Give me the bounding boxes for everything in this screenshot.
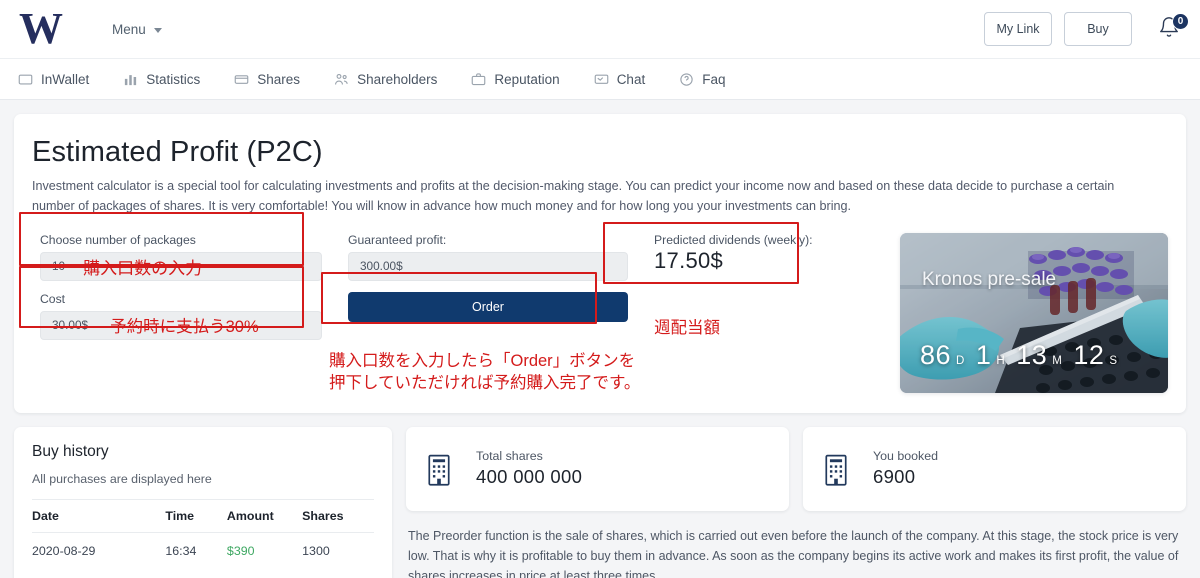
stat-card-total-shares: Total shares 400 000 000 [406, 426, 789, 511]
input-column: Choose number of packages 10 購入口数の入力 Cos… [32, 233, 322, 351]
column-header-time: Time [165, 498, 227, 533]
countdown-days: 86 [920, 339, 952, 370]
stats-row: Total shares 400 000 000 You booked 6900 [406, 426, 1186, 511]
promo-column: Kronos pre-sale 86 D 1 H 13 M 12 S [900, 232, 1168, 393]
promo-countdown: 86 D 1 H 13 M 12 S [920, 340, 1126, 371]
my-link-button[interactable]: My Link [984, 12, 1052, 46]
countdown-seconds: 12 [1073, 339, 1105, 370]
order-button[interactable]: Order [348, 291, 628, 322]
packages-field-block: Choose number of packages 10 購入口数の入力 [40, 233, 322, 281]
nav-label: InWallet [41, 71, 90, 87]
cost-field-block: Cost 30.00$ 予約時に支払う30% [40, 292, 322, 340]
buy-history-subtitle: All purchases are displayed here [32, 471, 212, 486]
notifications-button[interactable]: 0 [1158, 13, 1189, 43]
countdown-hours-unit: H [996, 354, 1006, 367]
chevron-down-icon [153, 27, 162, 33]
buy-history-title: Buy history [32, 442, 109, 460]
countdown-minutes: 13 [1016, 339, 1048, 370]
guaranteed-profit-label: Guaranteed profit: [348, 232, 447, 247]
buy-history-card: Buy history All purchases are displayed … [14, 426, 392, 578]
nav-item-reputation[interactable]: Reputation [471, 71, 560, 87]
order-column: Guaranteed profit: 300.00$ Order [348, 233, 628, 322]
card-icon [234, 72, 249, 87]
nav-label: Statistics [146, 71, 201, 87]
cost-annotation-text: 予約時に支払う30% [110, 318, 259, 337]
calculator-card: Estimated Profit (P2C) Investment calcul… [14, 114, 1186, 413]
dividends-label: Predicted dividends (weekly): [654, 232, 813, 247]
page-description: Investment calculator is a special tool … [32, 179, 1115, 213]
guaranteed-field-block: Guaranteed profit: 300.00$ [348, 233, 628, 281]
annotation-order-text: 購入口数を入力したら「Order」ボタンを 押下していただければ予約購入完了です… [329, 352, 641, 393]
packages-input[interactable]: 10 購入口数の入力 [40, 251, 322, 281]
nav-item-faq[interactable]: Faq [679, 72, 725, 87]
stat-text-block: Total shares 400 000 000 [476, 449, 582, 488]
dividends-annotation-text: 週配当額 [654, 318, 720, 337]
buy-button[interactable]: Buy [1064, 12, 1132, 46]
stat-value: 400 000 000 [476, 466, 583, 488]
cell-date: 2020-08-29 [32, 543, 96, 558]
table-header-row: Date Time Amount Shares [32, 498, 374, 533]
cell-shares: 1300 [302, 543, 330, 558]
briefcase-icon [471, 72, 486, 87]
column-header-shares: Shares [302, 498, 374, 533]
column-header-amount: Amount [226, 498, 303, 533]
stat-value: 6900 [873, 466, 916, 488]
bottom-section: Buy history All purchases are displayed … [0, 413, 1200, 578]
stat-text-block: You booked 6900 [873, 449, 938, 488]
logo[interactable]: W [14, 7, 66, 51]
packages-value: 10 [52, 259, 66, 274]
promo-card[interactable]: Kronos pre-sale 86 D 1 H 13 M 12 S [900, 232, 1168, 393]
table-row[interactable]: 2020-08-29 16:34 $390 1300 [32, 532, 374, 567]
top-bar: W Menu My Link Buy 0 [0, 0, 1200, 58]
cost-value: 30.00$ [52, 318, 89, 333]
buy-history-table: Date Time Amount Shares 2020-08-29 16:34… [32, 498, 374, 567]
nav-label: Chat [616, 71, 646, 87]
packages-label: Choose number of packages [40, 232, 196, 247]
cell-time: 16:34 [165, 543, 197, 558]
main-navigation: InWallet Statistics Shares Shareholders … [0, 58, 1200, 100]
question-cloud-icon [679, 72, 694, 87]
stat-card-you-booked: You booked 6900 [803, 426, 1186, 511]
cost-label: Cost [40, 291, 66, 306]
dividends-column: Predicted dividends (weekly): 17.50$ 週配当… [654, 233, 886, 338]
building-icon [424, 452, 454, 486]
top-bar-actions: My Link Buy 0 [984, 12, 1189, 46]
packages-annotation-text: 購入口数の入力 [83, 258, 203, 278]
preorder-description: The Preorder function is the sale of sha… [408, 528, 1179, 578]
countdown-hours: 1 [975, 339, 992, 370]
nav-item-shares[interactable]: Shares [234, 72, 300, 87]
countdown-minutes-unit: M [1052, 354, 1063, 367]
menu-label: Menu [112, 21, 146, 37]
building-icon [821, 452, 851, 486]
page-title: Estimated Profit (P2C) [32, 136, 323, 168]
notification-badge: 0 [1172, 13, 1189, 30]
nav-item-shareholders[interactable]: Shareholders [334, 72, 437, 87]
people-icon [334, 72, 349, 87]
stat-label: You booked [873, 449, 939, 464]
countdown-seconds-unit: S [1109, 354, 1118, 367]
nav-item-chat[interactable]: Chat [594, 71, 646, 87]
cell-amount: $390 [226, 543, 255, 558]
countdown-days-unit: D [956, 354, 965, 367]
guaranteed-profit-value: 300.00$ [360, 259, 403, 274]
menu-dropdown[interactable]: Menu [112, 22, 162, 37]
nav-item-inwallet[interactable]: InWallet [18, 72, 89, 87]
nav-label: Shareholders [357, 71, 438, 87]
column-header-date: Date [32, 498, 166, 533]
nav-label: Reputation [494, 71, 560, 87]
stat-label: Total shares [476, 449, 543, 464]
calculator-section: Estimated Profit (P2C) Investment calcul… [0, 100, 1200, 413]
stats-and-info-column: Total shares 400 000 000 You booked 6900… [406, 426, 1186, 578]
nav-item-statistics[interactable]: Statistics [123, 72, 200, 87]
nav-label: Faq [702, 71, 726, 87]
guaranteed-profit-value-box: 300.00$ [348, 251, 628, 281]
wallet-icon [18, 72, 33, 87]
nav-label: Shares [257, 71, 301, 87]
promo-title: Kronos pre-sale [922, 268, 1057, 290]
bar-chart-icon [123, 72, 138, 87]
dividends-value: 17.50$ [654, 247, 724, 273]
chat-icon [594, 72, 609, 87]
cost-input: 30.00$ 予約時に支払う30% [40, 310, 322, 340]
